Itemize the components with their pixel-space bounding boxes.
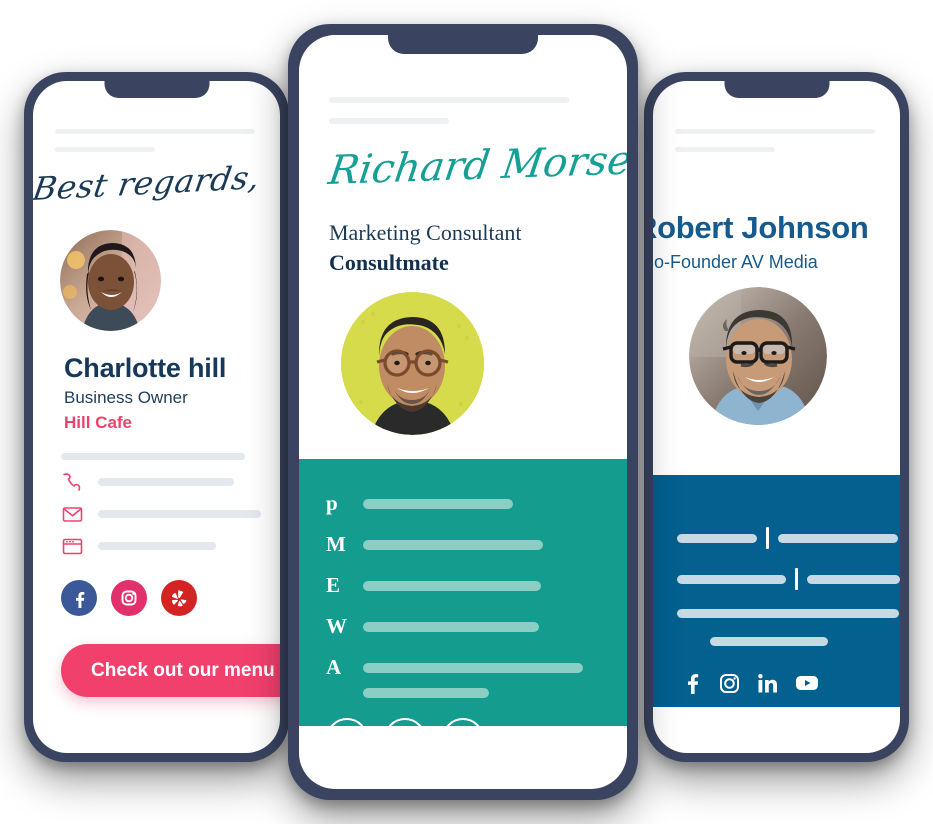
right-panel-bar: [677, 609, 899, 618]
placeholder-line: [329, 97, 569, 103]
right-full-name: Robert Johnson: [653, 210, 869, 245]
center-role: Marketing Consultant: [329, 220, 522, 245]
placeholder-line: [55, 147, 155, 152]
phone-right: Robert Johnson Co-Founder AV Media: [644, 72, 909, 762]
left-contact-phone[interactable]: [61, 472, 280, 492]
phone-screen-center: Richard Morse Marketing Consultant Consu…: [299, 35, 627, 789]
instagram-icon[interactable]: [719, 673, 740, 699]
phone-notch-left: [104, 72, 209, 98]
avatar-left: [60, 230, 161, 331]
left-company: Hill Cafe: [64, 413, 133, 432]
center-contact-label: W: [326, 614, 347, 638]
left-contact-website-value: [98, 542, 216, 550]
facebook-icon[interactable]: [326, 718, 368, 760]
left-contact-phone-value: [98, 478, 234, 486]
mockup-stage: Best regards, Charlotte hill Business Ow…: [0, 0, 933, 824]
right-panel-row: [677, 568, 900, 590]
center-contact-row-address: A: [326, 655, 627, 680]
left-greeting: Best regards,: [33, 158, 263, 208]
right-role: Co-Founder AV Media: [653, 252, 818, 272]
right-panel-row: [710, 637, 900, 646]
phone-center: Richard Morse Marketing Consultant Consu…: [288, 24, 638, 800]
center-contact-value: [363, 580, 541, 591]
phone-notch-right: [724, 72, 829, 98]
phone-screen-right: Robert Johnson Co-Founder AV Media: [653, 81, 900, 753]
left-cta-button[interactable]: Check out our menu: [61, 644, 280, 697]
center-contact-row-phone: p: [326, 491, 627, 516]
phone-screen-left: Best regards, Charlotte hill Business Ow…: [33, 81, 280, 753]
avatar-center: [341, 292, 484, 435]
facebook-icon[interactable]: [61, 580, 97, 616]
right-panel-separator: [766, 527, 769, 549]
linkedin-icon[interactable]: [442, 718, 484, 760]
right-panel-row: [677, 527, 900, 549]
left-contact-email[interactable]: [61, 504, 280, 524]
center-contact-row-web: W: [326, 614, 627, 639]
left-social-links: [61, 580, 280, 616]
left-full-name: Charlotte hill: [64, 353, 227, 383]
left-role: Business Owner: [64, 388, 188, 407]
center-contact-row-email: E: [326, 573, 627, 598]
center-contact-value: [363, 662, 583, 673]
center-full-name: Richard Morse: [325, 137, 627, 194]
phone-left: Best regards, Charlotte hill Business Ow…: [24, 72, 289, 762]
right-social-links: [683, 672, 900, 699]
browser-icon: [61, 536, 84, 556]
left-contact-email-value: [98, 510, 261, 518]
center-social-links: [326, 718, 627, 760]
center-contact-panel: p M E W A: [299, 459, 627, 760]
right-signature-card: Robert Johnson Co-Founder AV Media: [653, 81, 900, 753]
center-contact-label: E: [326, 573, 341, 597]
placeholder-line: [55, 129, 255, 134]
center-signature-card: Richard Morse Marketing Consultant Consu…: [299, 35, 627, 789]
placeholder-line: [329, 118, 449, 124]
center-contact-row-address-cont: [326, 688, 627, 698]
instagram-icon[interactable]: [111, 580, 147, 616]
left-divider: [61, 453, 245, 460]
phone-icon: [61, 472, 84, 492]
right-panel-bar: [677, 574, 787, 584]
left-contact-website[interactable]: [61, 536, 280, 556]
right-panel-bar: [778, 533, 898, 543]
phone-notch-center: [388, 24, 538, 54]
center-contact-value: [363, 539, 543, 550]
linkedin-icon[interactable]: [757, 673, 778, 699]
youtube-icon[interactable]: [795, 674, 819, 697]
envelope-icon: [61, 504, 84, 524]
avatar-right: [689, 287, 827, 425]
center-contact-value: [363, 621, 539, 632]
center-contact-label: p: [326, 491, 338, 515]
center-contact-label: A: [326, 655, 342, 679]
facebook-icon[interactable]: [683, 672, 702, 699]
center-contact-value: [363, 688, 489, 698]
right-panel-separator: [795, 568, 799, 590]
right-panel-bar: [807, 574, 900, 584]
center-contact-value: [363, 498, 513, 509]
yelp-icon[interactable]: [161, 580, 197, 616]
right-panel-bar: [710, 637, 828, 646]
center-company: Consultmate: [329, 250, 449, 275]
right-panel-bar: [677, 533, 757, 543]
avatar-left-image: [60, 230, 161, 331]
placeholder-line: [675, 147, 775, 152]
center-contact-label: M: [326, 532, 346, 556]
left-signature-card: Best regards, Charlotte hill Business Ow…: [33, 81, 280, 753]
right-panel-row: [677, 609, 900, 618]
avatar-center-image: [341, 292, 484, 435]
avatar-right-image: [689, 287, 827, 425]
placeholder-line: [675, 129, 875, 134]
right-contact-panel: [653, 475, 900, 707]
center-contact-row-mobile: M: [326, 532, 627, 557]
twitter-icon[interactable]: [384, 718, 426, 760]
